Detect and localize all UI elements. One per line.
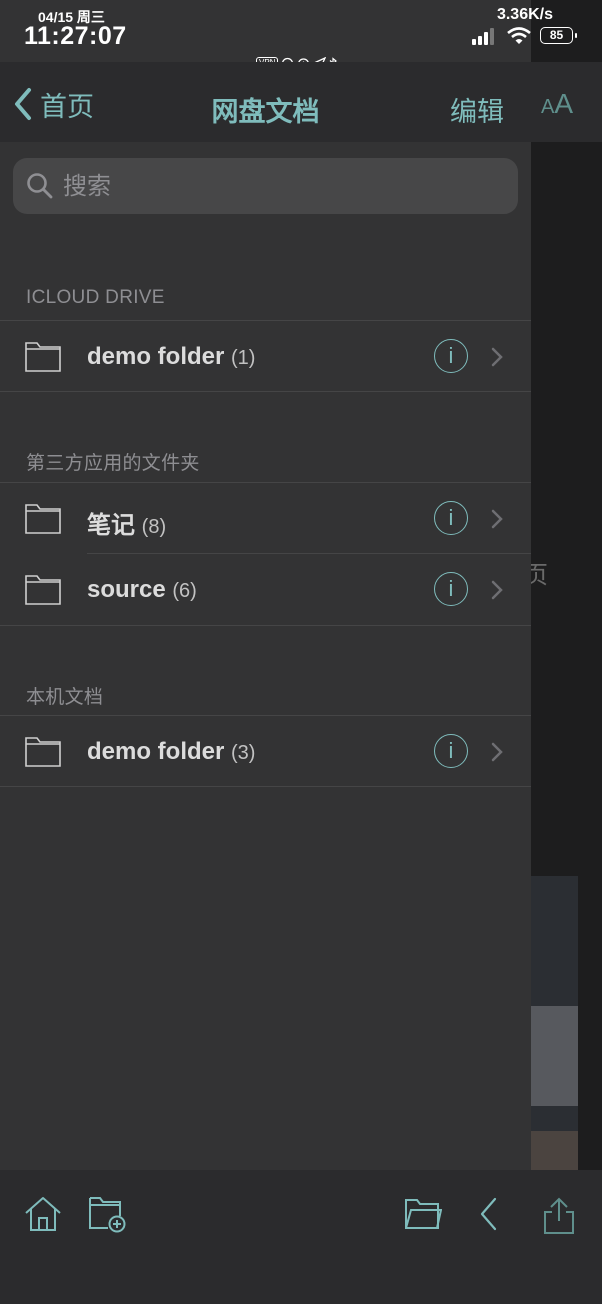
item-count: (8) <box>141 516 167 538</box>
signal-icon <box>472 28 494 45</box>
folder-name: source <box>87 576 166 603</box>
wifi-icon <box>507 27 531 44</box>
item-count: (3) <box>231 742 256 764</box>
status-time: 11:27:07 <box>24 22 127 50</box>
divider <box>0 391 531 392</box>
info-icon[interactable]: i <box>434 339 468 373</box>
divider <box>0 625 531 626</box>
chevron-right-icon <box>491 509 503 529</box>
files-panel: 04/15 周三 11:27:07 3.36K/s VPN 85 首页 网盘文档 <box>0 0 577 1304</box>
chevron-right-icon <box>491 580 503 600</box>
open-folder-icon[interactable] <box>404 1198 442 1230</box>
folder-icon <box>25 504 61 534</box>
battery-indicator: 85 <box>540 27 577 44</box>
edit-button[interactable]: 编辑 <box>450 90 504 129</box>
info-icon[interactable]: i <box>434 501 468 535</box>
chevron-right-icon <box>491 742 503 762</box>
folder-row[interactable]: source (6) i <box>0 554 531 624</box>
item-count: (1) <box>231 347 256 369</box>
item-count: (6) <box>172 580 197 602</box>
folder-row[interactable]: demo folder (3) i <box>0 716 531 786</box>
search-bar[interactable] <box>13 158 518 214</box>
divider <box>0 786 531 787</box>
chevron-right-icon <box>491 347 503 367</box>
background-photo <box>531 876 578 1170</box>
font-size-button[interactable]: AA <box>541 88 573 120</box>
folder-icon <box>25 737 61 767</box>
background-toolbar <box>531 1170 602 1304</box>
section-header-local: 本机文档 <box>26 687 104 708</box>
chevron-left-icon[interactable] <box>478 1196 500 1232</box>
search-input[interactable] <box>61 166 505 208</box>
bottom-toolbar <box>0 1170 531 1304</box>
new-folder-icon[interactable] <box>88 1196 128 1234</box>
folder-name: demo folder <box>87 343 225 370</box>
navigation-bar: 首页 网盘文档 编辑 <box>0 62 531 142</box>
status-bar: 04/15 周三 11:27:07 3.36K/s VPN 85 <box>0 0 602 70</box>
folder-name-wrap: source (6) <box>87 576 197 604</box>
folder-name: 笔记 <box>87 512 135 539</box>
home-icon[interactable] <box>24 1196 62 1232</box>
info-icon[interactable]: i <box>434 572 468 606</box>
network-speed: 3.36K/s <box>496 6 553 23</box>
folder-name-wrap: demo folder (1) <box>87 343 255 371</box>
folder-icon <box>25 342 61 372</box>
folder-name: demo folder <box>87 738 225 765</box>
folder-row[interactable]: demo folder (1) i <box>0 321 531 391</box>
folder-name-wrap: 笔记 (8) <box>87 505 166 540</box>
search-icon <box>27 173 53 199</box>
section-header-third-party: 第三方应用的文件夹 <box>26 453 200 474</box>
info-icon[interactable]: i <box>434 734 468 768</box>
folder-name-wrap: demo folder (3) <box>87 738 255 766</box>
share-icon[interactable] <box>541 1195 577 1235</box>
section-header-icloud: ICLOUD DRIVE <box>26 287 165 308</box>
folder-icon <box>25 575 61 605</box>
folder-row[interactable]: 笔记 (8) i <box>0 483 531 553</box>
